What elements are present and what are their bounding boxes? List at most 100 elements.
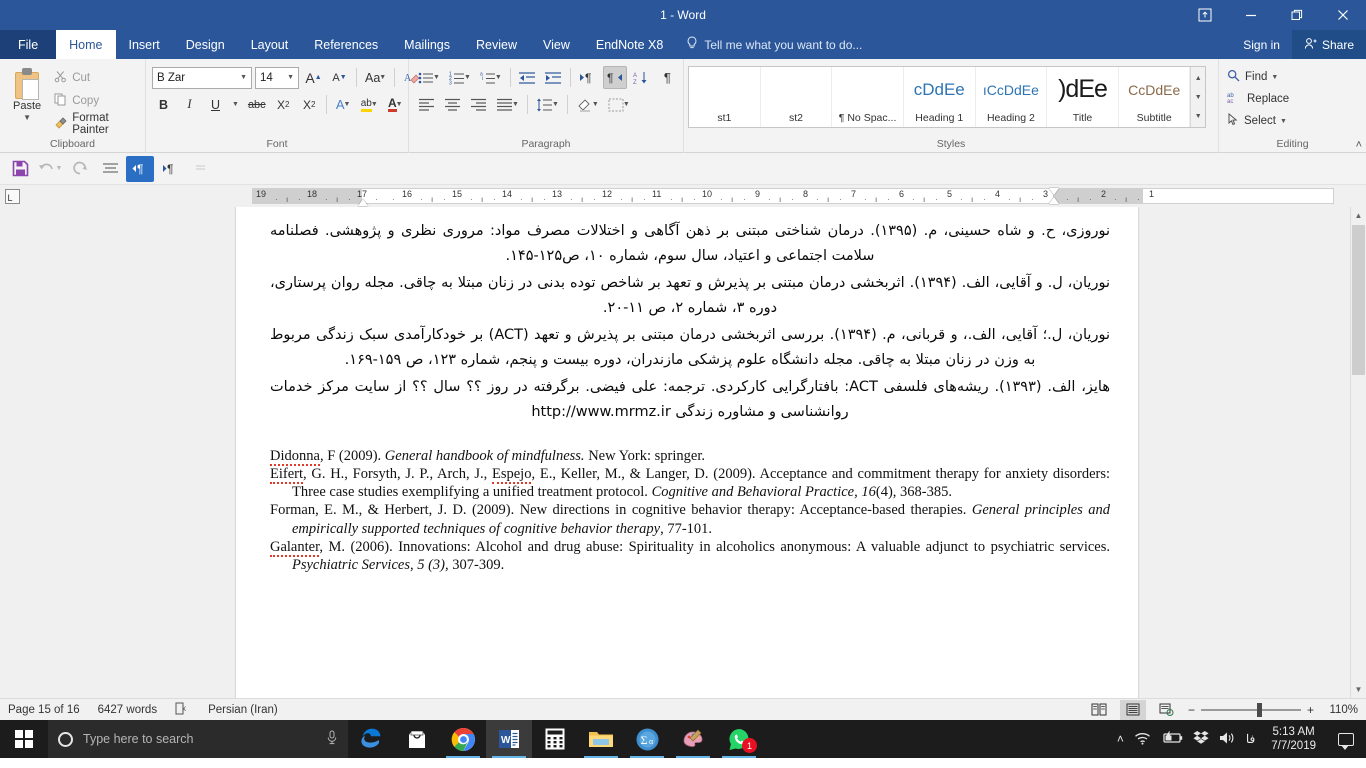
style-heading-1[interactable]: cDdEe Heading 1 — [904, 67, 976, 127]
more-icon[interactable] — [186, 156, 214, 182]
left-to-right-icon[interactable]: ¶ — [156, 156, 184, 182]
align-left-icon[interactable] — [415, 93, 438, 116]
style-st2[interactable]: st2 — [761, 67, 833, 127]
zoom-in-button[interactable]: + — [1307, 703, 1314, 717]
styles-scroll-up-icon[interactable]: ▲ — [1191, 69, 1205, 87]
style-st1[interactable]: st1 — [689, 67, 761, 127]
multilevel-list-icon[interactable]: ai ▼ — [477, 66, 505, 89]
share-button[interactable]: Share — [1292, 30, 1366, 59]
wifi-icon[interactable] — [1134, 731, 1151, 748]
justify-icon[interactable]: ▼ — [493, 93, 522, 116]
minimize-icon[interactable] — [1228, 0, 1274, 30]
tab-home[interactable]: Home — [56, 30, 115, 59]
styles-more-icon[interactable]: ▼ — [1191, 107, 1205, 125]
file-explorer-icon[interactable] — [578, 720, 624, 758]
zoom-level[interactable]: 110% — [1322, 704, 1358, 716]
change-case-button[interactable]: Aa▼ — [362, 66, 389, 89]
tab-file[interactable]: File — [0, 30, 56, 59]
tab-design[interactable]: Design — [173, 30, 238, 59]
tab-view[interactable]: View — [530, 30, 583, 59]
document-page[interactable]: نوروزی، ح. و شاه حسینی، م. (۱۳۹۵). درمان… — [236, 207, 1138, 698]
chevron-up-icon[interactable]: ˄ — [1117, 732, 1124, 746]
search-input[interactable]: Type here to search — [48, 720, 348, 758]
borders-icon[interactable]: ▼ — [605, 93, 633, 116]
style-subtitle[interactable]: CcDdEe Subtitle — [1119, 67, 1191, 127]
find-button[interactable]: Find ▼ — [1223, 66, 1293, 88]
action-center-icon[interactable] — [1338, 733, 1354, 746]
italic-button[interactable]: I — [178, 93, 201, 116]
redo-icon[interactable] — [66, 156, 94, 182]
bold-button[interactable]: B — [152, 93, 175, 116]
language-indicator[interactable]: Persian (Iran) — [208, 704, 278, 716]
zoom-track[interactable] — [1201, 709, 1301, 711]
dropbox-icon[interactable] — [1193, 730, 1209, 748]
web-layout-icon[interactable] — [1154, 700, 1180, 720]
paint-icon[interactable] — [670, 720, 716, 758]
scroll-down-icon[interactable]: ▼ — [1351, 681, 1366, 698]
calculator-icon[interactable] — [532, 720, 578, 758]
shading-icon[interactable]: ▼ — [573, 93, 602, 116]
grow-font-button[interactable]: A▲ — [302, 66, 325, 89]
zoom-slider[interactable]: − + — [1188, 703, 1314, 717]
right-to-left-icon[interactable]: ¶ — [603, 66, 627, 89]
speaker-icon[interactable] — [1219, 731, 1236, 748]
underline-button[interactable]: U — [204, 93, 227, 116]
horizontal-ruler[interactable]: 19 ·ı· 18 ·ı· 17 · · 16 ·ı· 15 ·ı· 14 ·ı… — [24, 185, 1334, 207]
select-button[interactable]: Select ▼ — [1223, 110, 1293, 132]
spss-icon[interactable]: Σα — [624, 720, 670, 758]
save-icon[interactable] — [6, 156, 34, 182]
format-painter-button[interactable]: Format Painter — [50, 113, 141, 134]
cut-button[interactable]: Cut — [50, 67, 141, 88]
page-indicator[interactable]: Page 15 of 16 — [8, 704, 80, 716]
hanging-indent-marker[interactable] — [1049, 197, 1059, 204]
styles-gallery-scrollbar[interactable]: ▲ ▼ ▼ — [1190, 67, 1205, 127]
first-line-indent-marker[interactable] — [358, 199, 368, 206]
tab-endnote-x8[interactable]: EndNote X8 — [583, 30, 676, 59]
language-indicator[interactable]: فا — [1246, 732, 1255, 746]
right-indent-marker[interactable] — [1049, 188, 1059, 195]
tab-review[interactable]: Review — [463, 30, 530, 59]
close-icon[interactable] — [1320, 0, 1366, 30]
align-icon[interactable] — [96, 156, 124, 182]
whatsapp-icon[interactable]: 1 — [716, 720, 762, 758]
windows-start-icon[interactable] — [0, 720, 48, 758]
edge-icon[interactable] — [348, 720, 394, 758]
word-count[interactable]: 6427 words — [98, 704, 157, 716]
tab-insert[interactable]: Insert — [116, 30, 173, 59]
style-heading-2[interactable]: ıCcDdEe Heading 2 — [976, 67, 1048, 127]
tab-layout[interactable]: Layout — [238, 30, 302, 59]
numbering-icon[interactable]: 123 ▼ — [446, 66, 474, 89]
tell-me-search[interactable]: Tell me what you want to do... — [676, 30, 872, 59]
align-right-icon[interactable] — [467, 93, 490, 116]
sign-in-button[interactable]: Sign in — [1231, 38, 1292, 52]
proofing-errors-icon[interactable]: x — [175, 702, 190, 718]
left-to-right-icon[interactable]: ¶ — [576, 66, 600, 89]
line-spacing-icon[interactable]: ▼ — [533, 93, 562, 116]
zoom-thumb[interactable] — [1257, 703, 1262, 717]
paste-button[interactable]: Paste ▼ — [4, 64, 50, 122]
print-layout-icon[interactable] — [1120, 700, 1146, 720]
shrink-font-button[interactable]: A▼ — [328, 66, 351, 89]
superscript-button[interactable]: X2 — [298, 93, 321, 116]
subscript-button[interactable]: X2 — [272, 93, 295, 116]
text-effects-button[interactable]: A▼ — [332, 93, 355, 116]
font-size-combobox[interactable]: 14 ▼ — [255, 67, 299, 89]
taskbar-clock[interactable]: 5:13 AM 7/7/2019 — [1265, 725, 1322, 754]
replace-button[interactable]: abac Replace — [1223, 88, 1293, 110]
increase-indent-icon[interactable] — [542, 66, 565, 89]
decrease-indent-icon[interactable] — [516, 66, 539, 89]
microsoft-store-icon[interactable] — [394, 720, 440, 758]
tab-references[interactable]: References — [301, 30, 391, 59]
align-center-icon[interactable] — [441, 93, 464, 116]
undo-icon[interactable]: ▼ — [36, 156, 64, 182]
font-color-button[interactable]: A▼ — [384, 93, 407, 116]
style-title[interactable]: )dЕe Title — [1047, 67, 1119, 127]
style-no-spacing[interactable]: ¶ No Spac... — [832, 67, 904, 127]
underline-dropdown[interactable]: ▼ — [230, 93, 242, 116]
ribbon-display-options-icon[interactable] — [1182, 0, 1228, 30]
tab-mailings[interactable]: Mailings — [391, 30, 463, 59]
document-content[interactable]: نوروزی، ح. و شاه حسینی، م. (۱۳۹۵). درمان… — [236, 207, 1138, 574]
chevron-down-icon[interactable]: ▼ — [23, 113, 31, 122]
copy-button[interactable]: Copy — [50, 90, 141, 111]
vertical-scrollbar[interactable]: ▲ ▼ — [1350, 207, 1366, 698]
